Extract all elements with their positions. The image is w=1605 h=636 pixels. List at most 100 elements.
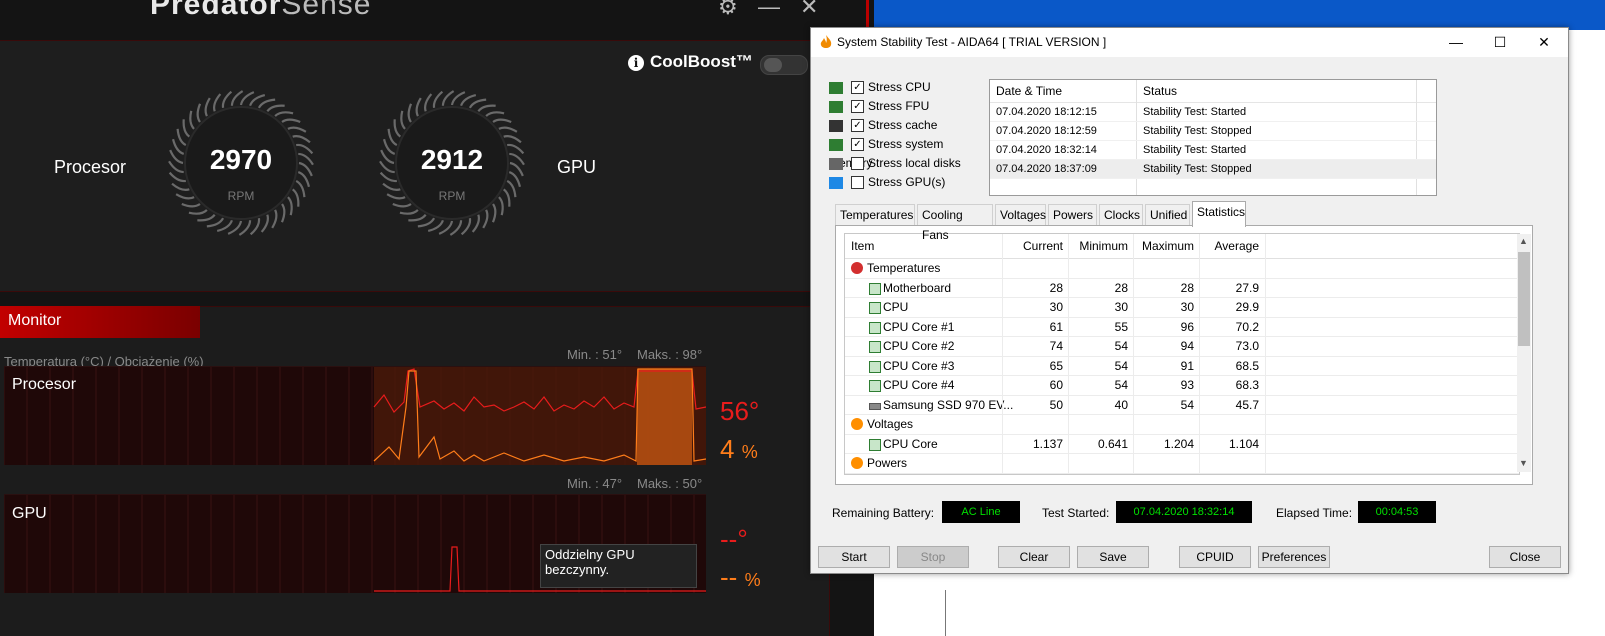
stats-item: CPU Core: [883, 436, 938, 451]
stats-row[interactable]: CPU Core #2 74 54 94 73.0: [845, 337, 1519, 357]
checkbox[interactable]: ✓: [851, 81, 864, 95]
col-maximum[interactable]: Maximum: [1134, 234, 1194, 258]
checkbox[interactable]: [851, 176, 864, 190]
settings-gear-icon[interactable]: ⚙: [718, 0, 738, 20]
stop-button[interactable]: Stop: [897, 546, 969, 568]
stats-max: 30: [1180, 300, 1194, 314]
tab-unified[interactable]: Unified: [1145, 204, 1190, 225]
window-title: System Stability Test - AIDA64 [ TRIAL V…: [837, 35, 1107, 49]
stats-row[interactable]: CPU Core 1.137 0.641 1.204 1.104: [845, 435, 1519, 454]
checkbox[interactable]: ✓: [851, 119, 864, 133]
gpu-temp-value: --°: [720, 524, 748, 554]
log-datetime: 07.04.2020 18:12:59: [996, 125, 1097, 137]
stats-row[interactable]: CPU Package 16.16 14.61 35.34 20.98: [845, 474, 1519, 475]
stress-option-label: Stress cache: [868, 118, 938, 132]
app-title: PredatorSense: [150, 0, 371, 22]
tab-cooling-fans[interactable]: Cooling Fans: [917, 204, 993, 242]
log-row[interactable]: 07.04.2020 18:32:14 Stability Test: Start…: [990, 141, 1436, 160]
preferences-button[interactable]: Preferences: [1258, 546, 1330, 568]
info-icon[interactable]: i: [628, 55, 644, 71]
close-icon[interactable]: ✕: [800, 0, 818, 20]
close-window-button[interactable]: ✕: [1533, 32, 1555, 52]
power-icon: [851, 457, 863, 469]
col-item[interactable]: Item: [851, 234, 874, 258]
save-button[interactable]: Save: [1077, 546, 1149, 568]
chip-icon: [869, 341, 881, 353]
checkbox[interactable]: ✓: [851, 100, 864, 114]
scrollbar-thumb[interactable]: [1518, 252, 1530, 346]
stats-min: 54: [1114, 339, 1128, 353]
tab-voltages[interactable]: Voltages: [995, 204, 1046, 225]
scroll-up-icon[interactable]: ▲: [1519, 236, 1528, 246]
stress-options: ✓ Stress CPU ✓ Stress FPU ✓ Stress cache ✓ Stre…: [829, 78, 989, 192]
test-started-label: Test Started:: [1042, 506, 1110, 520]
stats-cur: 16.16: [1005, 474, 1063, 475]
stats-item: CPU Core #3: [883, 358, 955, 373]
stress-option[interactable]: Stress local disks: [829, 154, 989, 173]
stats-cur: 30: [1049, 300, 1063, 314]
stats-cur: 28: [1049, 280, 1063, 295]
toggle-knob[interactable]: [764, 58, 782, 72]
log-datetime: 07.04.2020 18:12:15: [996, 106, 1097, 118]
tab-temperatures[interactable]: Temperatures: [835, 204, 915, 225]
stress-option-label: Stress GPU(s): [868, 175, 946, 189]
fpu-icon: [829, 100, 843, 113]
stats-group[interactable]: Voltages: [845, 415, 1519, 435]
stats-row[interactable]: CPU Core #1 61 55 96 70.2: [845, 318, 1519, 337]
stress-option[interactable]: Stress GPU(s): [829, 173, 989, 192]
tab-statistics[interactable]: Statistics: [1192, 201, 1246, 227]
stats-item: CPU Core #2: [883, 339, 955, 353]
stats-group[interactable]: Powers: [845, 454, 1519, 474]
stats-min: 0.641: [1097, 436, 1128, 451]
minimize-button[interactable]: —: [1445, 32, 1467, 52]
start-button[interactable]: Start: [818, 546, 890, 568]
stats-avg: 1.104: [1228, 436, 1259, 451]
maximize-button[interactable]: ☐: [1489, 32, 1511, 52]
stats-avg: 29.9: [1235, 300, 1259, 314]
close-button[interactable]: Close: [1489, 546, 1561, 568]
gpu-fan-label: GPU: [557, 157, 597, 177]
cpu-load-unit: %: [741, 442, 758, 462]
scroll-down-icon[interactable]: ▼: [1519, 458, 1528, 468]
stats-row[interactable]: CPU Core #3 65 54 91 68.5: [845, 357, 1519, 376]
cpuid-button[interactable]: CPUID: [1179, 546, 1251, 568]
checkbox[interactable]: ✓: [851, 138, 864, 152]
stress-option[interactable]: ✓Stress system memory: [829, 135, 989, 170]
minimize-icon[interactable]: —: [758, 0, 780, 20]
stats-group[interactable]: Temperatures: [845, 259, 1519, 279]
stats-min: 54: [1114, 358, 1128, 373]
stats-row[interactable]: CPU 30 30 30 29.9: [845, 298, 1519, 318]
elapsed-time-label: Elapsed Time:: [1276, 506, 1353, 520]
checkbox[interactable]: [851, 157, 864, 171]
chip-icon: [869, 302, 881, 314]
stats-row[interactable]: Motherboard 28 28 28 27.9: [845, 279, 1519, 298]
stats-row[interactable]: CPU Core #4 60 54 93 68.3: [845, 376, 1519, 396]
stress-option[interactable]: ✓ Stress CPU: [829, 78, 989, 97]
log-row[interactable]: 07.04.2020 18:12:15 Stability Test: Start…: [990, 103, 1436, 122]
divider: [945, 590, 946, 636]
stress-option[interactable]: ✓ Stress FPU: [829, 97, 989, 116]
stats-max: 28: [1180, 280, 1194, 295]
col-current[interactable]: Current: [1005, 234, 1063, 258]
gpu-graph-label: GPU: [12, 505, 47, 522]
stats-max: 1.204: [1163, 436, 1194, 451]
clear-button[interactable]: Clear: [998, 546, 1070, 568]
stress-option[interactable]: ✓ Stress cache: [829, 116, 989, 135]
stats-min: 54: [1114, 378, 1128, 392]
log-row[interactable]: 07.04.2020 18:12:59 Stability Test: Stopp…: [990, 122, 1436, 141]
tab-clocks[interactable]: Clocks: [1099, 204, 1143, 225]
divider: [1133, 234, 1134, 474]
col-minimum[interactable]: Minimum: [1069, 234, 1128, 258]
divider: [1068, 234, 1069, 474]
stats-row[interactable]: Samsung SSD 970 EV... 50 40 54 45.7: [845, 396, 1519, 415]
cpu-graph: [4, 366, 706, 465]
tab-powers[interactable]: Powers: [1048, 204, 1097, 225]
col-average[interactable]: Average: [1200, 234, 1259, 258]
stats-avg: 68.5: [1235, 358, 1259, 373]
stats-item: CPU Package: [883, 474, 958, 475]
log-status: Stability Test: Started: [1143, 144, 1247, 156]
battery-value: AC Line: [942, 501, 1020, 523]
cpu-fan-label: Procesor: [54, 157, 127, 177]
log-row[interactable]: 07.04.2020 18:37:09 Stability Test: Stopp…: [990, 160, 1436, 179]
group-label: Temperatures: [867, 261, 941, 275]
